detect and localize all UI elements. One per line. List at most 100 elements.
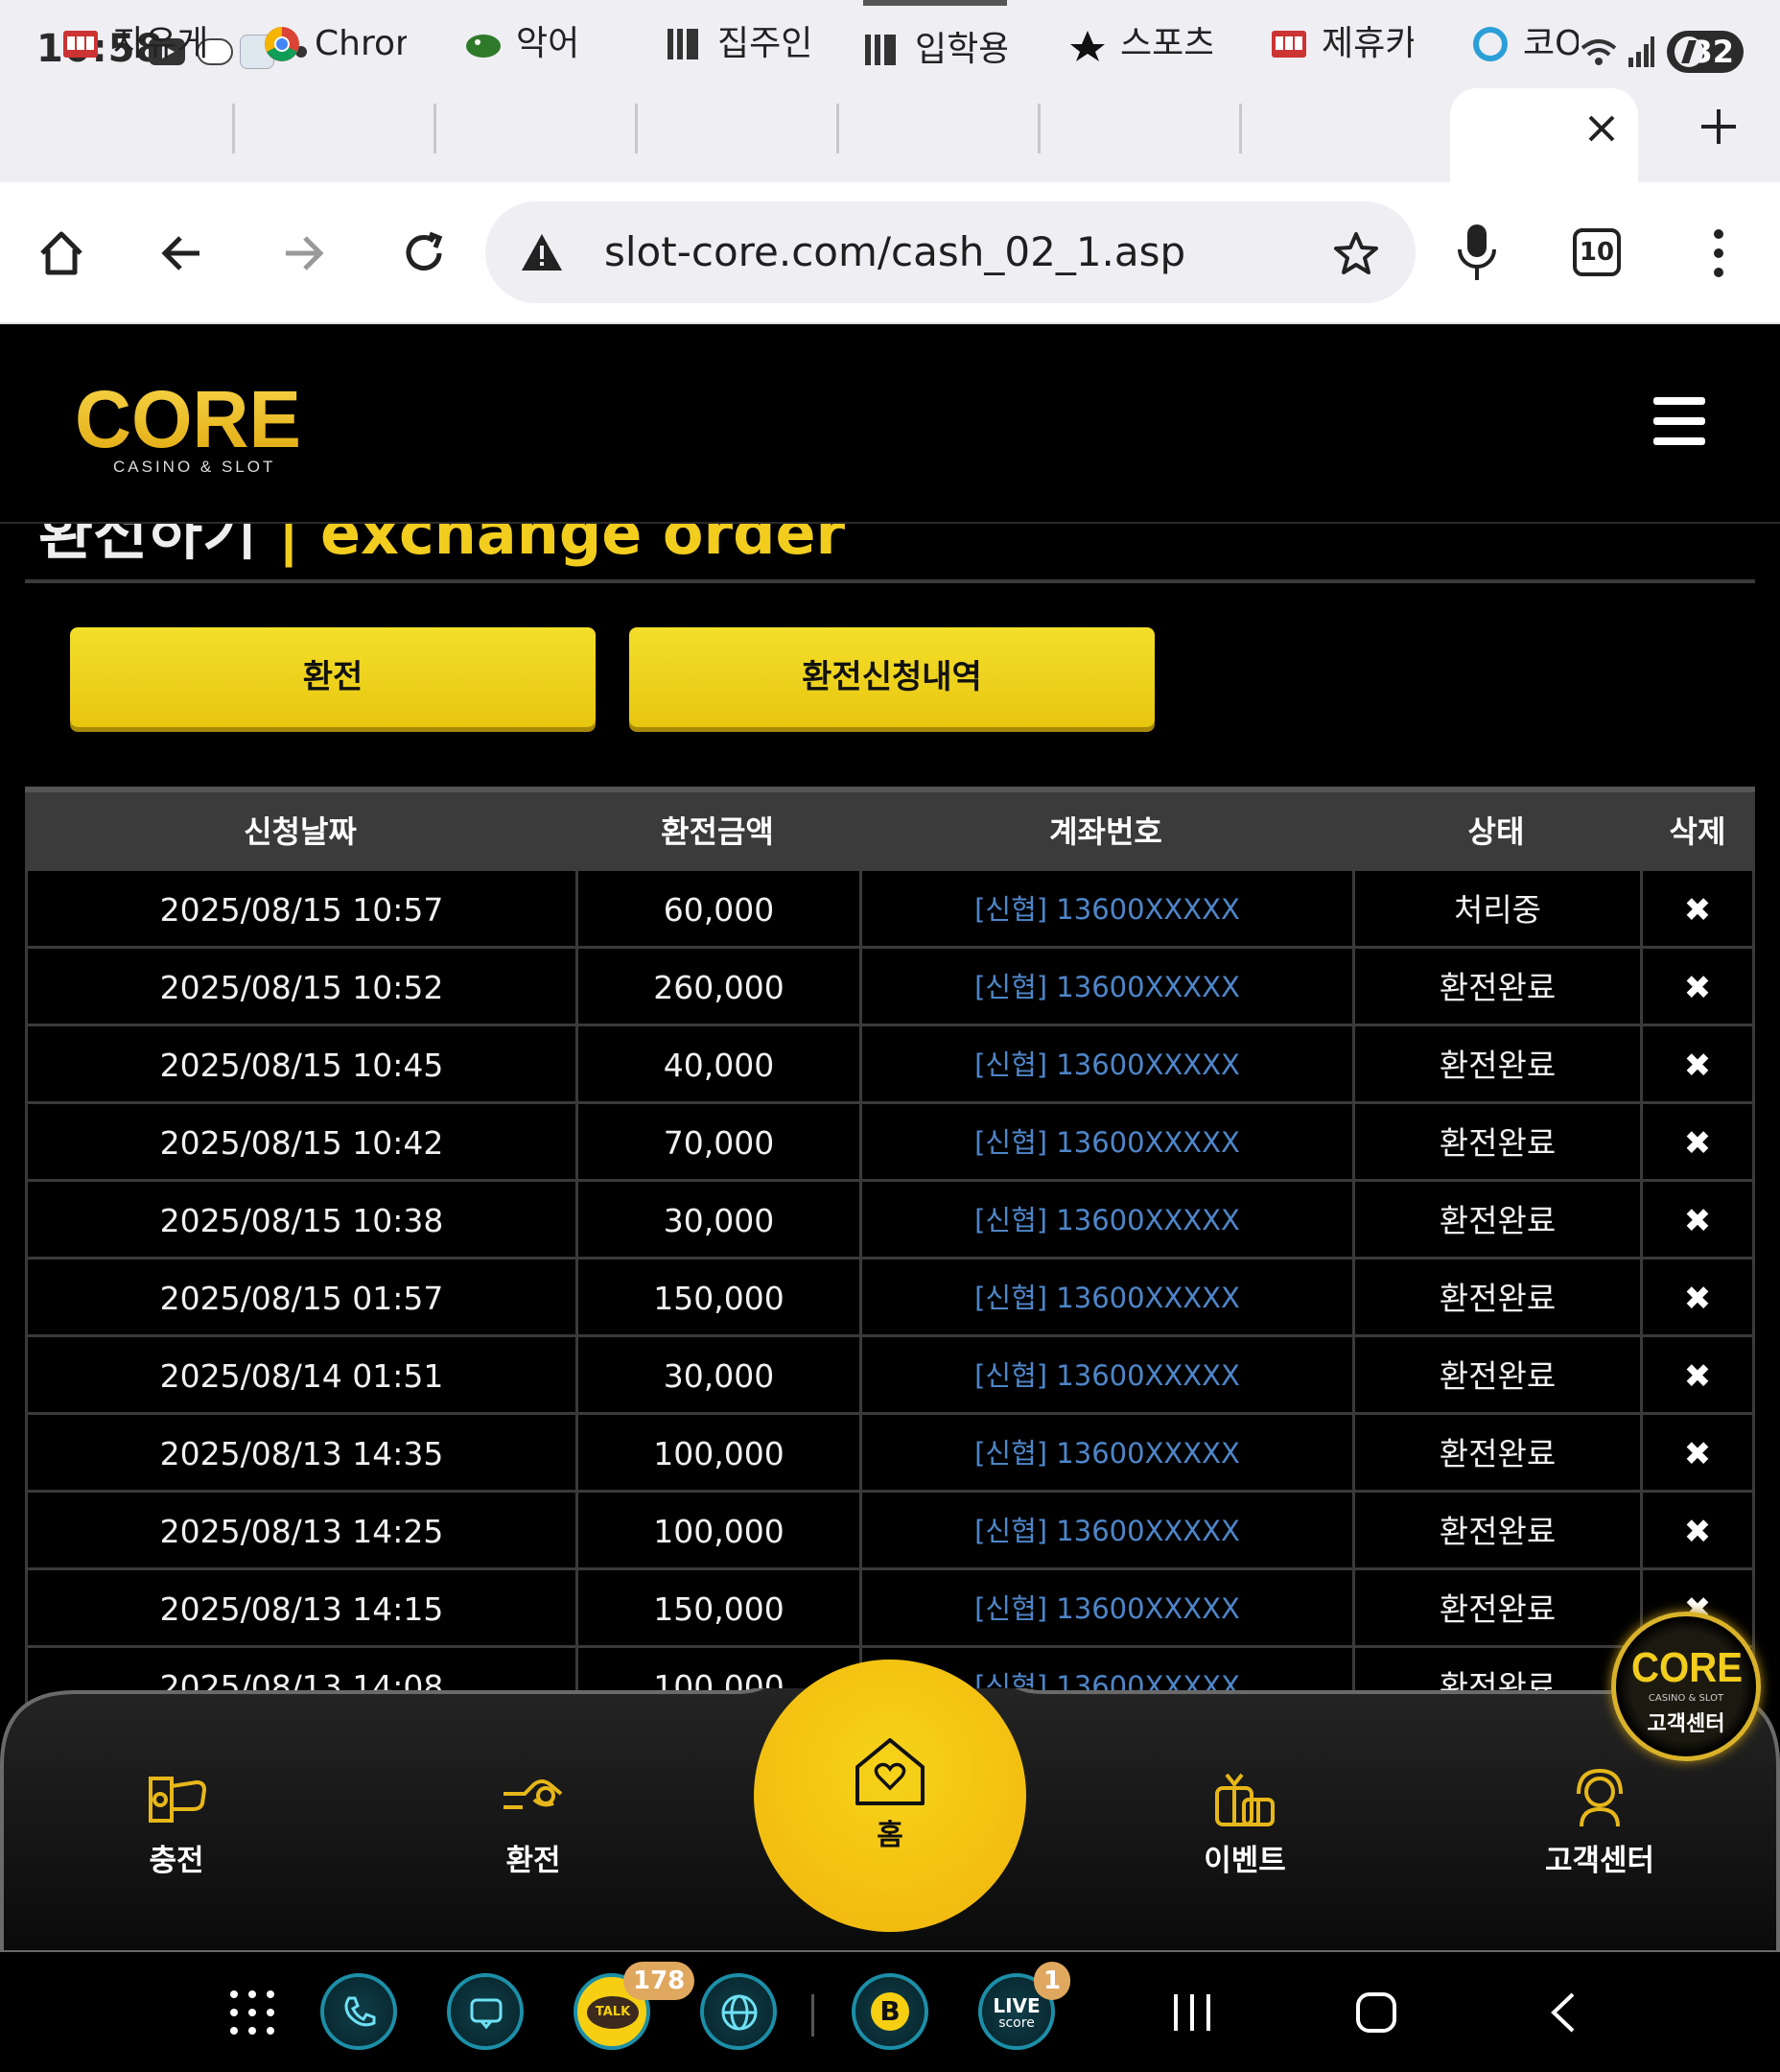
- tab-4[interactable]: 집주인: [666, 0, 809, 86]
- tab-2[interactable]: Chror: [263, 0, 407, 86]
- delete-x-icon[interactable]: ✖: [1684, 891, 1712, 930]
- microphone-icon[interactable]: [1456, 223, 1498, 282]
- cell-date: 2025/08/15 10:42: [25, 1104, 575, 1182]
- dock-b-app[interactable]: B: [852, 1973, 928, 2050]
- delete-button[interactable]: ✖: [1640, 949, 1755, 1026]
- dock-browser-app[interactable]: [700, 1973, 777, 2050]
- cell-date: 2025/08/15 10:57: [25, 871, 575, 949]
- tab-8-active[interactable]: 코O: [1471, 0, 1579, 86]
- cell-amount: 150,000: [575, 1570, 859, 1648]
- dock-messages-app[interactable]: [447, 1973, 524, 2050]
- new-tab-icon[interactable]: [1698, 106, 1740, 148]
- screen: 10:58 32 자유게 Chror 악어 집주인 입학용 스포츠 제휴카 코O…: [0, 0, 1780, 2072]
- app-drawer-icon[interactable]: [228, 1989, 276, 2037]
- cs-label: 고객센터: [1647, 1712, 1725, 1736]
- delete-button[interactable]: ✖: [1640, 1260, 1755, 1337]
- tab-1-label: 자유게: [113, 24, 205, 63]
- tab-5-label: 입학용: [915, 30, 1007, 69]
- table-row: 2025/08/13 14:25 100,000 [신협] 13600XXXXX 환전…: [25, 1493, 1755, 1570]
- tab-6-label: 스포츠: [1120, 24, 1212, 63]
- cell-account[interactable]: [신협] 13600XXXXX: [859, 1182, 1352, 1260]
- delete-button[interactable]: ✖: [1640, 1337, 1755, 1415]
- delete-x-icon[interactable]: ✖: [1684, 969, 1712, 1007]
- table-row: 2025/08/14 01:51 30,000 [신협] 13600XXXXX 환전완…: [25, 1337, 1755, 1415]
- back-icon[interactable]: [155, 226, 209, 280]
- delete-x-icon[interactable]: ✖: [1684, 1124, 1712, 1163]
- charge-icon: [149, 1777, 207, 1823]
- forward-icon[interactable]: [276, 226, 330, 280]
- nav-event[interactable]: 이벤트: [1149, 1765, 1341, 1890]
- cell-status: 환전완료: [1352, 949, 1640, 1026]
- cell-account[interactable]: [신협] 13600XXXXX: [859, 1260, 1352, 1337]
- delete-x-icon[interactable]: ✖: [1684, 1513, 1712, 1551]
- cell-account[interactable]: [신협] 13600XXXXX: [859, 1104, 1352, 1182]
- dock-phone-app[interactable]: [320, 1973, 397, 2050]
- cell-account[interactable]: [신협] 13600XXXXX: [859, 1337, 1352, 1415]
- warning-icon[interactable]: [520, 232, 564, 272]
- tab-separator: [635, 104, 638, 153]
- cell-status: 처리중: [1352, 871, 1640, 949]
- delete-x-icon[interactable]: ✖: [1684, 1357, 1712, 1396]
- recents-icon[interactable]: [1170, 1990, 1214, 2035]
- delete-button[interactable]: ✖: [1640, 871, 1755, 949]
- home-icon[interactable]: [35, 226, 88, 280]
- tab-switcher-button[interactable]: 10: [1573, 228, 1621, 276]
- tab-separator: [836, 104, 839, 153]
- customer-center-badge[interactable]: CORE CASINO & SLOT 고객센터: [1611, 1612, 1761, 1761]
- toolbar: slot-core.com/cash_02_1.asp 10: [0, 182, 1780, 324]
- delete-button[interactable]: ✖: [1640, 1493, 1755, 1570]
- cell-amount: 30,000: [575, 1337, 859, 1415]
- delete-button[interactable]: ✖: [1640, 1104, 1755, 1182]
- more-options-icon[interactable]: [1713, 226, 1724, 280]
- chrome-icon: [265, 27, 299, 61]
- nav-support[interactable]: 고객센터: [1504, 1765, 1696, 1890]
- nav-exchange[interactable]: 환전: [437, 1765, 629, 1890]
- cell-account[interactable]: [신협] 13600XXXXX: [859, 1493, 1352, 1570]
- tab-7[interactable]: 제휴카: [1270, 0, 1414, 86]
- url-text[interactable]: slot-core.com/cash_02_1.asp: [604, 201, 1185, 303]
- nav-exchange-label: 환전: [505, 1844, 561, 1878]
- cell-status: 환전완료: [1352, 1260, 1640, 1337]
- table-row: 2025/08/13 14:15 150,000 [신협] 13600XXXXX 환전…: [25, 1570, 1755, 1648]
- delete-button[interactable]: ✖: [1640, 1026, 1755, 1104]
- header-amount: 환전금액: [661, 813, 774, 850]
- delete-x-icon[interactable]: ✖: [1684, 1435, 1712, 1473]
- table-row: 2025/08/13 14:35 100,000 [신협] 13600XXXXX 환전…: [25, 1415, 1755, 1493]
- close-icon[interactable]: [1584, 111, 1619, 146]
- cell-account[interactable]: [신협] 13600XXXXX: [859, 1570, 1352, 1648]
- tab-6[interactable]: 스포츠: [1068, 0, 1212, 86]
- cell-date: 2025/08/15 10:45: [25, 1026, 575, 1104]
- tab-separator: [232, 104, 235, 153]
- delete-x-icon[interactable]: ✖: [1684, 1280, 1712, 1318]
- tab-8-label: 코O: [1523, 24, 1579, 63]
- delete-x-icon[interactable]: ✖: [1684, 1202, 1712, 1240]
- delete-button[interactable]: ✖: [1640, 1182, 1755, 1260]
- cell-account[interactable]: [신협] 13600XXXXX: [859, 1415, 1352, 1493]
- cell-amount: 100,000: [575, 1493, 859, 1570]
- address-bar[interactable]: slot-core.com/cash_02_1.asp: [485, 201, 1416, 303]
- delete-x-icon[interactable]: ✖: [1684, 1047, 1712, 1085]
- cell-date: 2025/08/15 10:52: [25, 949, 575, 1026]
- nav-home-label: 홈: [877, 1819, 903, 1852]
- delete-button[interactable]: ✖: [1640, 1415, 1755, 1493]
- home-button-icon[interactable]: [1354, 1990, 1398, 2035]
- tab-3[interactable]: 악어: [464, 0, 608, 86]
- cell-account[interactable]: [신협] 13600XXXXX: [859, 949, 1352, 1026]
- cell-account[interactable]: [신협] 13600XXXXX: [859, 1026, 1352, 1104]
- tab-1[interactable]: 자유게: [61, 0, 205, 86]
- exchange-history-button[interactable]: 환전신청내역: [629, 627, 1155, 727]
- nav-charge-label: 충전: [149, 1844, 204, 1878]
- tab-5[interactable]: 입학용: [863, 0, 1007, 86]
- core-logo[interactable]: CORE CASINO & SLOT: [75, 384, 305, 480]
- cell-account[interactable]: [신협] 13600XXXXX: [859, 871, 1352, 949]
- kakao-badge: 178: [623, 1962, 695, 2000]
- reload-icon[interactable]: [397, 226, 451, 280]
- exchange-button[interactable]: 환전: [70, 627, 596, 727]
- nav-charge[interactable]: 충전: [81, 1765, 272, 1890]
- cell-amount: 100,000: [575, 1415, 859, 1493]
- nav-home[interactable]: 홈: [754, 1660, 1026, 1932]
- back-button-icon[interactable]: [1544, 1990, 1582, 2035]
- logo-text: CORE: [75, 384, 301, 464]
- menu-icon[interactable]: [1653, 397, 1705, 445]
- bookmark-star-icon[interactable]: [1333, 230, 1379, 276]
